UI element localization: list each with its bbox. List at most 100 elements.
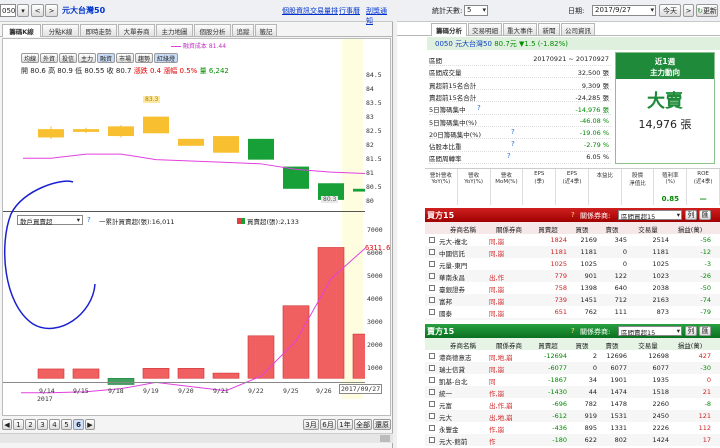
- column-header[interactable]: 損益(萬): [669, 340, 711, 350]
- sell-export-button[interactable]: 匯: [699, 326, 711, 336]
- link-stock-info[interactable]: 個股資訊: [282, 6, 310, 16]
- refresh-button[interactable]: ↻ 更新: [696, 4, 718, 17]
- link-calendar[interactable]: 行事曆: [339, 6, 360, 16]
- range-all-button[interactable]: 全部: [354, 419, 372, 430]
- page-1-button[interactable]: 1: [13, 419, 24, 430]
- page-3-button[interactable]: 3: [37, 419, 48, 430]
- stock-code-input[interactable]: 050: [0, 4, 16, 17]
- table-row[interactable]: 元大 出,地,崩 -612 919 1531 2450 121: [425, 410, 720, 423]
- table-row[interactable]: 華南永昌 出,作 779 901 122 1023 -26: [425, 270, 720, 283]
- next-stock-button[interactable]: >: [45, 4, 58, 17]
- help-icon[interactable]: ?: [511, 140, 515, 148]
- scroll-right-button[interactable]: ▶: [85, 419, 95, 430]
- row-checkbox[interactable]: [429, 273, 435, 279]
- column-header[interactable]: 買張: [567, 340, 597, 350]
- table-row[interactable]: 中國信託 同,崩 1181 1181 0 1181 -12: [425, 246, 720, 259]
- tab-company-info[interactable]: 公司資訊: [561, 23, 595, 35]
- range-1y-button[interactable]: 1年: [337, 419, 353, 430]
- restore-button[interactable]: 還原: [373, 419, 391, 430]
- column-header[interactable]: 賣張: [597, 224, 627, 234]
- buy-export-button[interactable]: 匯: [699, 210, 711, 220]
- row-checkbox[interactable]: [429, 389, 435, 395]
- table-row[interactable]: 港商德意志 同,地,崩 -12694 2 12696 12698 427: [425, 350, 720, 363]
- column-header[interactable]: 券商名稱: [439, 340, 487, 350]
- table-row[interactable]: 臺銀證券 同,崩 758 1398 640 2038 -50: [425, 282, 720, 295]
- column-header[interactable]: 損益(萬): [669, 224, 711, 234]
- page-6-button[interactable]: 6: [73, 419, 84, 430]
- row-checkbox[interactable]: [429, 297, 435, 303]
- table-row[interactable]: 統一 作,崩 -1430 44 1474 1518 21: [425, 386, 720, 399]
- tab-notes[interactable]: 籤記: [255, 24, 277, 36]
- tab-branch-kline[interactable]: 分點K線: [42, 24, 79, 36]
- row-checkbox[interactable]: [429, 237, 435, 243]
- range-3m-button[interactable]: 3月: [303, 419, 319, 430]
- range-6m-button[interactable]: 6月: [320, 419, 336, 430]
- row-checkbox[interactable]: [429, 377, 435, 383]
- tab-realtime[interactable]: 即時走勢: [80, 24, 117, 36]
- row-checkbox[interactable]: [429, 437, 435, 443]
- tab-chip-analysis[interactable]: 籌碼分析: [431, 23, 467, 36]
- tab-stock-analysis[interactable]: 個股分析: [194, 24, 231, 36]
- table-row[interactable]: 富邦 同,崩 739 1451 712 2163 -74: [425, 294, 720, 307]
- days-select[interactable]: 5 ▾: [464, 5, 488, 16]
- row-checkbox[interactable]: [429, 401, 435, 407]
- row-checkbox[interactable]: [429, 413, 435, 419]
- help-icon[interactable]: ?: [571, 327, 575, 335]
- row-checkbox[interactable]: [429, 353, 435, 359]
- column-header[interactable]: 買張: [567, 224, 597, 234]
- row-checkbox[interactable]: [429, 261, 435, 267]
- page-2-button[interactable]: 2: [25, 419, 36, 430]
- table-row[interactable]: 凱基-台北 同 -1867 34 1901 1935 0: [425, 374, 720, 387]
- help-icon[interactable]: ?: [507, 152, 511, 160]
- prev-stock-button[interactable]: <: [31, 4, 44, 17]
- next-day-button[interactable]: >: [683, 4, 694, 17]
- scrollbar-thumb[interactable]: [380, 435, 390, 442]
- row-checkbox[interactable]: [429, 365, 435, 371]
- tab-big-broker[interactable]: 大單券商: [118, 24, 155, 36]
- table-row[interactable]: 元量-東門 1025 1025 0 1025 -3: [425, 258, 720, 271]
- column-header[interactable]: 券商名稱: [439, 224, 487, 234]
- table-row[interactable]: 瑞士信貸 同,崩 -6077 0 6077 6077 -30: [425, 362, 720, 375]
- scroll-left-button[interactable]: ◀: [2, 419, 12, 430]
- table-row[interactable]: 永豐金 作,崩 -436 895 1331 2226 112: [425, 422, 720, 435]
- column-header[interactable]: 關係券商: [489, 224, 529, 234]
- buy-table: 券商名稱 關係券商 買賣超 買張 賣張 交易量 損益(萬) 元大-複北 同,崩 1824 2169 3…: [425, 222, 720, 320]
- buy-group-select[interactable]: 區間買超15 ▾: [618, 210, 682, 221]
- link-volume-rank[interactable]: 交易量排: [310, 6, 338, 16]
- page-5-button[interactable]: 5: [61, 419, 72, 430]
- row-checkbox[interactable]: [429, 285, 435, 291]
- row-checkbox[interactable]: [429, 249, 435, 255]
- dropdown-arrow-button[interactable]: ▾: [17, 4, 29, 17]
- tab-main-map[interactable]: 主力地圖: [156, 24, 193, 36]
- sell-group-select[interactable]: 區間賣超15 ▾: [618, 326, 682, 337]
- tab-chip-kline[interactable]: 籌碼K線: [2, 24, 41, 37]
- buy-print-button[interactable]: 列: [685, 210, 697, 220]
- table-row[interactable]: 日盛45648933522-36: [425, 318, 720, 320]
- help-icon[interactable]: ?: [477, 104, 481, 112]
- column-header[interactable]: 關係券商: [489, 340, 529, 350]
- right-toolbar: 統計天數: 5 ▾ 日期: 2017/9/27 ▾ 今天 > ↻ 更新: [397, 0, 720, 22]
- column-header[interactable]: 交易量: [627, 340, 669, 350]
- row-checkbox[interactable]: [429, 309, 435, 315]
- date-input[interactable]: 2017/9/27 ▾: [592, 5, 656, 16]
- tab-trade-detail[interactable]: 交易明細: [468, 23, 502, 35]
- horizontal-scrollbar[interactable]: [0, 433, 393, 443]
- table-row[interactable]: 元富 出,作,崩 -696 782 1478 2260 -8: [425, 398, 720, 411]
- help-icon[interactable]: ?: [571, 211, 575, 219]
- today-button[interactable]: 今天: [659, 4, 681, 17]
- column-header[interactable]: 買賣超: [529, 340, 567, 350]
- tab-news[interactable]: 新聞: [538, 23, 560, 35]
- link-notify[interactable]: 刮獎通知: [366, 6, 393, 26]
- column-header[interactable]: 買賣超: [529, 224, 567, 234]
- table-row[interactable]: 元大-複北 同,崩 1824 2169 345 2514 -56: [425, 234, 720, 247]
- tab-track[interactable]: 追蹤: [232, 24, 254, 36]
- column-header[interactable]: 賣張: [597, 340, 627, 350]
- tab-major-events[interactable]: 重大事件: [503, 23, 537, 35]
- help-icon[interactable]: ?: [511, 128, 515, 136]
- row-checkbox[interactable]: [429, 425, 435, 431]
- page-4-button[interactable]: 4: [49, 419, 60, 430]
- table-row[interactable]: 國泰 同,崩 651 762 111 873 -79: [425, 306, 720, 319]
- sell-print-button[interactable]: 列: [685, 326, 697, 336]
- column-header[interactable]: 交易量: [627, 224, 669, 234]
- table-row[interactable]: 元大-館前 作 -180 622 802 1424 17: [425, 434, 720, 447]
